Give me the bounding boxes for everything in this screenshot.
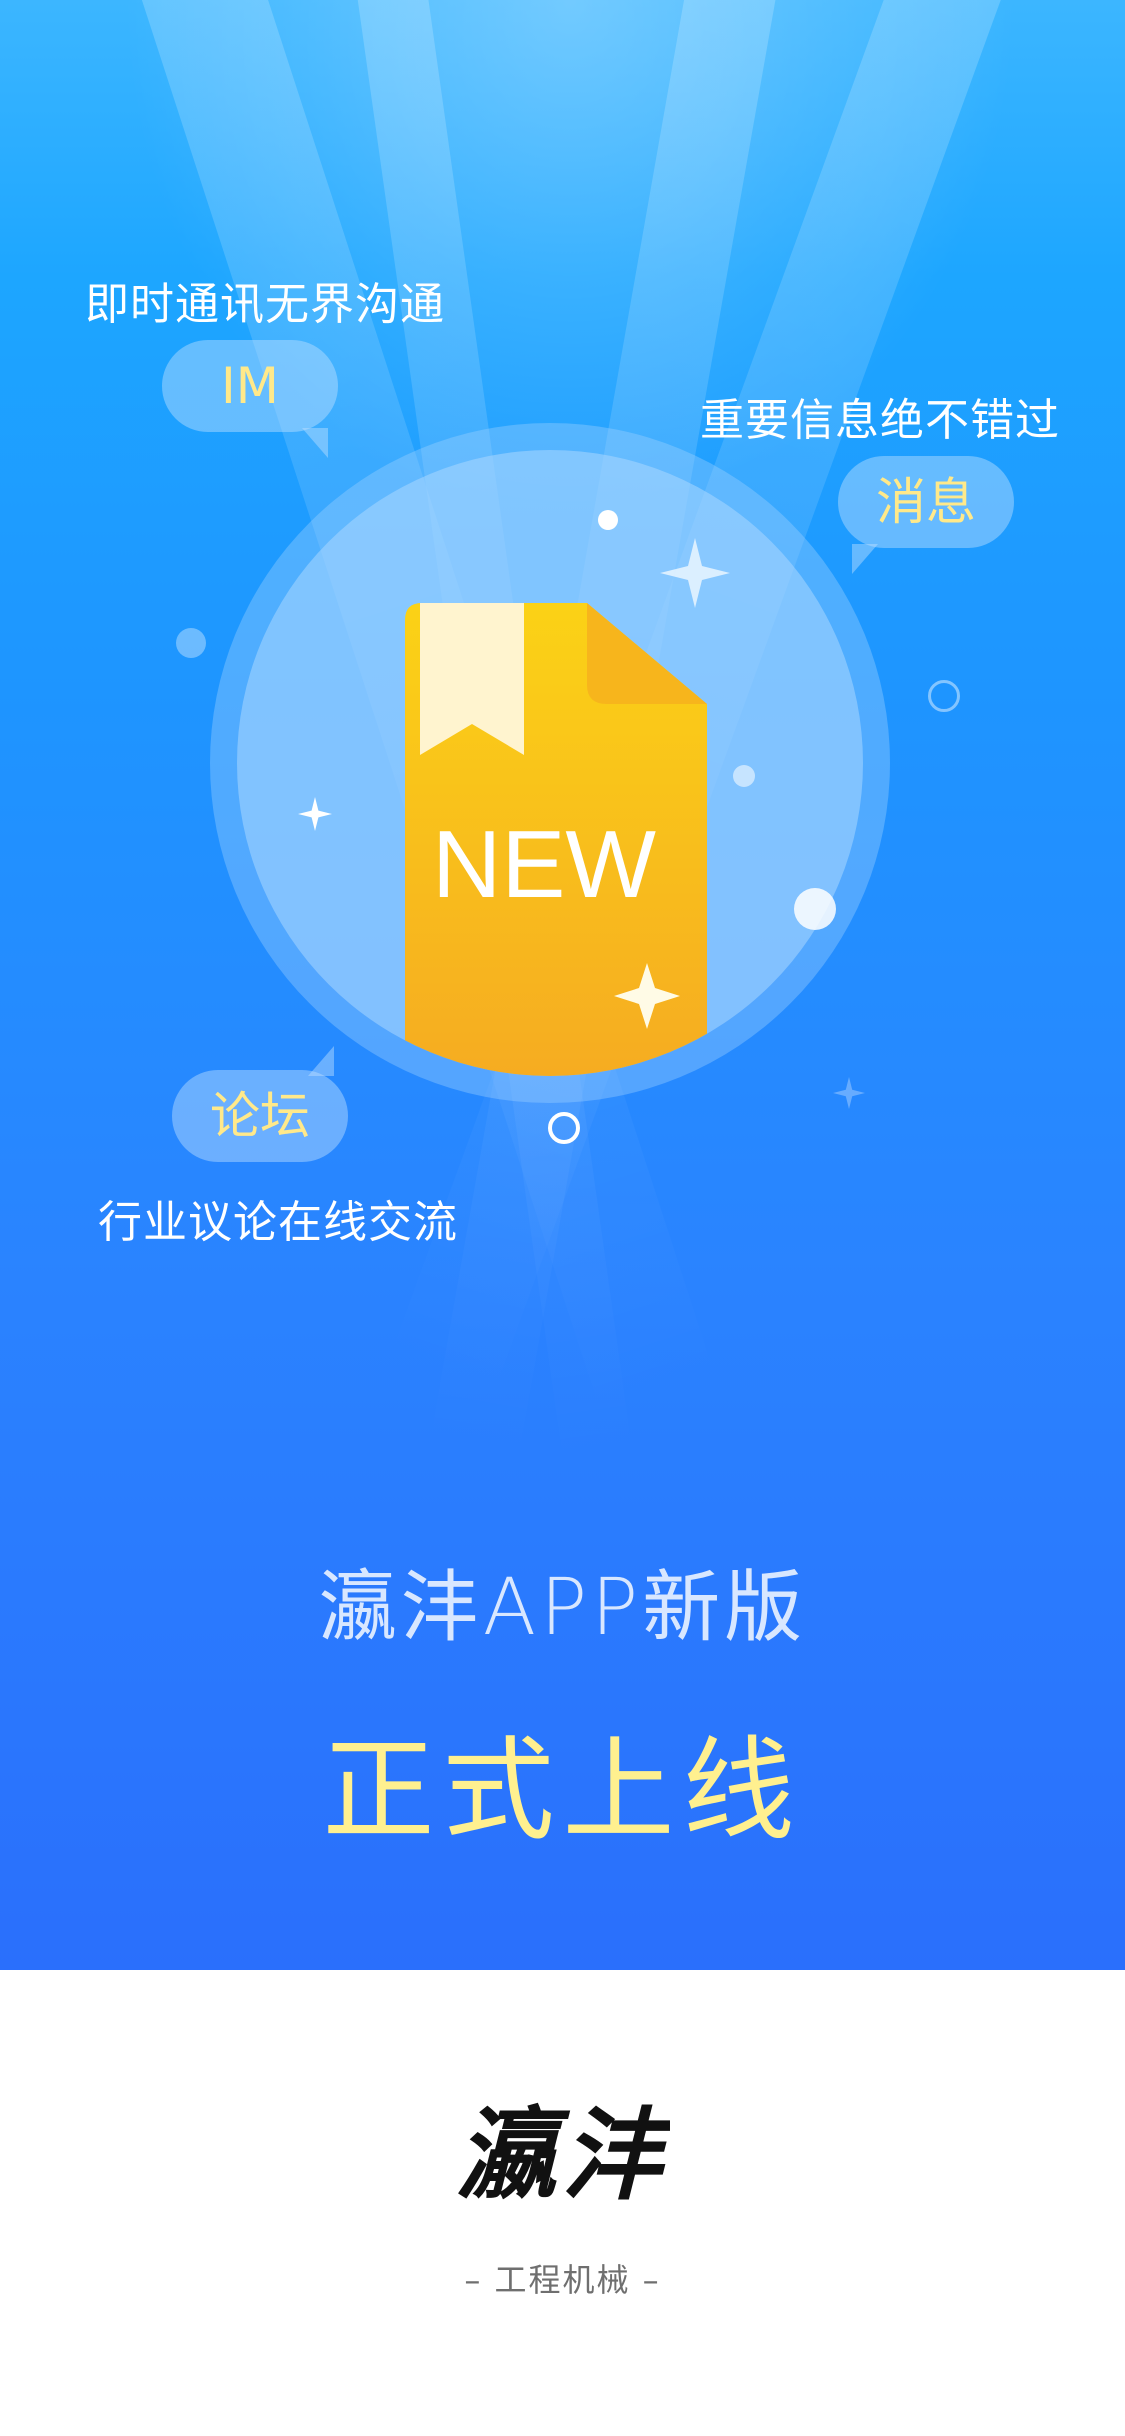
forum-badge-label: 论坛 <box>210 1087 310 1145</box>
im-badge-label: IM <box>221 357 279 415</box>
forum-badge: 论坛 <box>172 1046 348 1162</box>
svg-text:瀛沣: 瀛沣 <box>456 2096 670 2214</box>
release-subtitle: 正式上线 <box>322 1726 803 1856</box>
sparkle-icon <box>833 1077 865 1109</box>
message-caption: 重要信息绝不错过 <box>700 395 1060 446</box>
decor-ring <box>548 1112 580 1144</box>
decor-ring <box>928 680 960 712</box>
decor-dot <box>598 510 618 530</box>
brand-footer: 瀛沣 – 工程机械 – <box>0 1970 1125 2436</box>
doc-label: NEW <box>432 811 656 918</box>
message-badge-label: 消息 <box>876 473 976 531</box>
sparkle-icon <box>298 797 332 831</box>
message-badge: 消息 <box>838 456 1014 574</box>
sparkle-icon <box>660 538 730 608</box>
splash-hero: 即时通讯无界沟通 IM 重要信息绝不错过 消息 NEW 论坛 行业议论在线交流 … <box>0 0 1125 1970</box>
im-caption: 即时通讯无界沟通 <box>85 279 445 330</box>
brand-logo: 瀛沣 <box>456 2096 670 2214</box>
decor-dot <box>794 888 836 930</box>
release-title: 瀛沣APP新版 <box>318 1563 807 1653</box>
bubble-tail <box>308 1046 334 1076</box>
im-badge: IM <box>162 340 338 458</box>
new-document-illustration: NEW <box>405 603 707 1076</box>
forum-caption: 行业议论在线交流 <box>98 1197 458 1248</box>
brand-tagline: – 工程机械 – <box>464 2261 661 2299</box>
decor-dot <box>733 765 755 787</box>
document-fold <box>587 603 707 704</box>
decor-dot <box>176 628 206 658</box>
